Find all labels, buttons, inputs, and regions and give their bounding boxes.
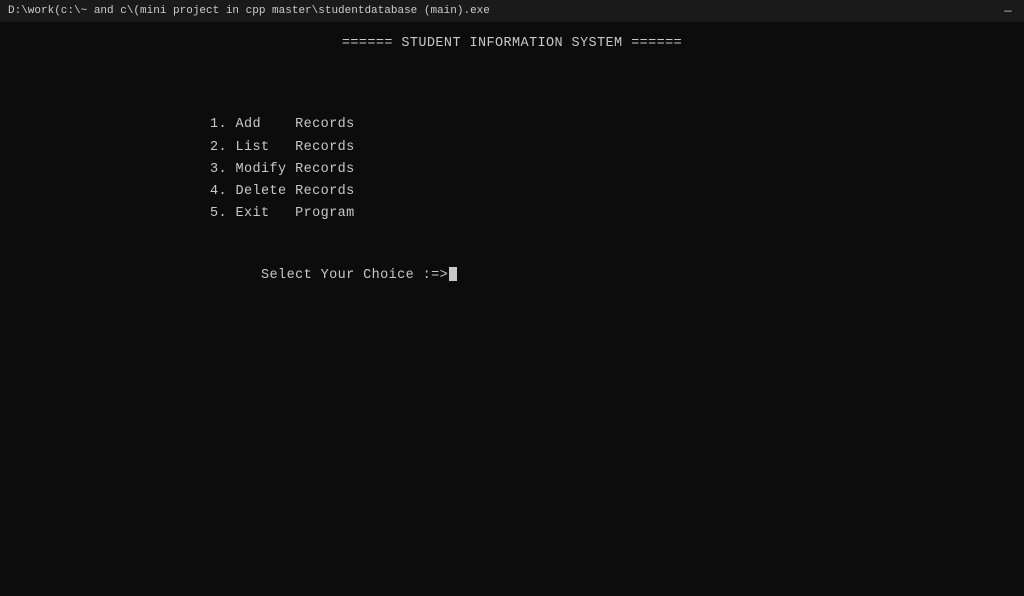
title-bar-text: D:\work(c:\~ and c\(mini project in cpp …: [8, 5, 490, 17]
title-bar: D:\work(c:\~ and c\(mini project in cpp …: [0, 0, 1024, 22]
prompt-line[interactable]: Select Your Choice :=>: [210, 246, 1024, 307]
prompt-text: Select Your Choice :=>: [261, 268, 448, 283]
menu-item-4: 4. Delete Records: [210, 181, 1024, 203]
menu-item-5: 5. Exit Program: [210, 203, 1024, 225]
header-line: ====== STUDENT INFORMATION SYSTEM ======: [0, 30, 1024, 54]
menu-section: 1. Add Records 2. List Records 3. Modify…: [210, 114, 1024, 225]
minimize-button[interactable]: —: [1000, 4, 1016, 18]
terminal-content: ====== STUDENT INFORMATION SYSTEM ======…: [0, 22, 1024, 596]
cursor: [449, 267, 457, 281]
menu-item-1: 1. Add Records: [210, 114, 1024, 136]
title-bar-controls: —: [1000, 4, 1016, 18]
menu-item-2: 2. List Records: [210, 137, 1024, 159]
menu-item-3: 3. Modify Records: [210, 159, 1024, 181]
terminal-window: D:\work(c:\~ and c\(mini project in cpp …: [0, 0, 1024, 596]
